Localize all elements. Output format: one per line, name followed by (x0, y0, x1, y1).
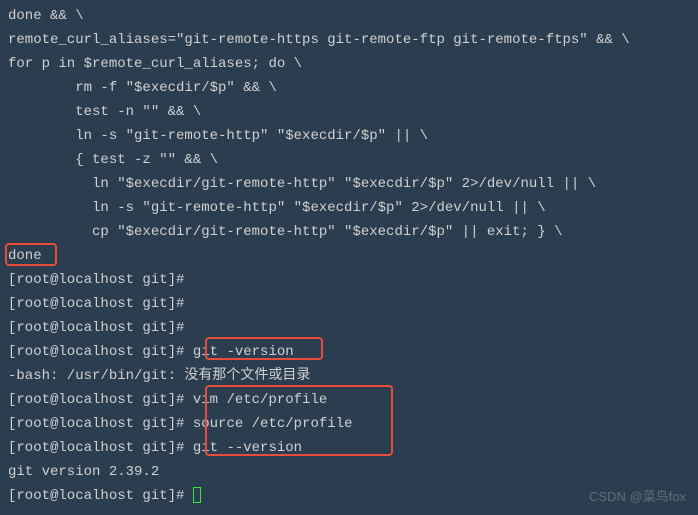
prompt-line: [root@localhost git]# source /etc/profil… (8, 412, 690, 436)
prompt: [root@localhost git]# (8, 440, 193, 456)
prompt-line: [root@localhost git]# git -version (8, 340, 690, 364)
terminal-line: rm -f "$execdir/$p" && \ (8, 76, 690, 100)
terminal-line: ln "$execdir/git-remote-http" "$execdir/… (8, 172, 690, 196)
terminal-line: for p in $remote_curl_aliases; do \ (8, 52, 690, 76)
terminal-line: done && \ (8, 4, 690, 28)
command-git-version: git --version (193, 440, 302, 456)
terminal-line: ln -s "git-remote-http" "$execdir/$p" ||… (8, 124, 690, 148)
error-line: -bash: /usr/bin/git: 没有那个文件或目录 (8, 364, 690, 388)
terminal-line: test -n "" && \ (8, 100, 690, 124)
command-source-profile: source /etc/profile (193, 416, 353, 432)
cursor-icon (193, 487, 201, 503)
terminal-line: remote_curl_aliases="git-remote-https gi… (8, 28, 690, 52)
command-git-version-bad: git -version (193, 344, 294, 360)
prompt-line: [root@localhost git]# vim /etc/profile (8, 388, 690, 412)
prompt-line: [root@localhost git]# (8, 268, 690, 292)
prompt: [root@localhost git]# (8, 344, 193, 360)
prompt-line-active[interactable]: [root@localhost git]# (8, 484, 690, 508)
terminal-line-done: done (8, 244, 690, 268)
watermark: CSDN @菜鸟fox (589, 485, 686, 509)
prompt: [root@localhost git]# (8, 392, 193, 408)
prompt: [root@localhost git]# (8, 488, 193, 504)
prompt-line: [root@localhost git]# (8, 316, 690, 340)
output-line: git version 2.39.2 (8, 460, 690, 484)
prompt-line: [root@localhost git]# git --version (8, 436, 690, 460)
terminal-line: { test -z "" && \ (8, 148, 690, 172)
terminal-line: ln -s "git-remote-http" "$execdir/$p" 2>… (8, 196, 690, 220)
command-vim-profile: vim /etc/profile (193, 392, 327, 408)
prompt-line: [root@localhost git]# (8, 292, 690, 316)
prompt: [root@localhost git]# (8, 416, 193, 432)
terminal-line: cp "$execdir/git-remote-http" "$execdir/… (8, 220, 690, 244)
